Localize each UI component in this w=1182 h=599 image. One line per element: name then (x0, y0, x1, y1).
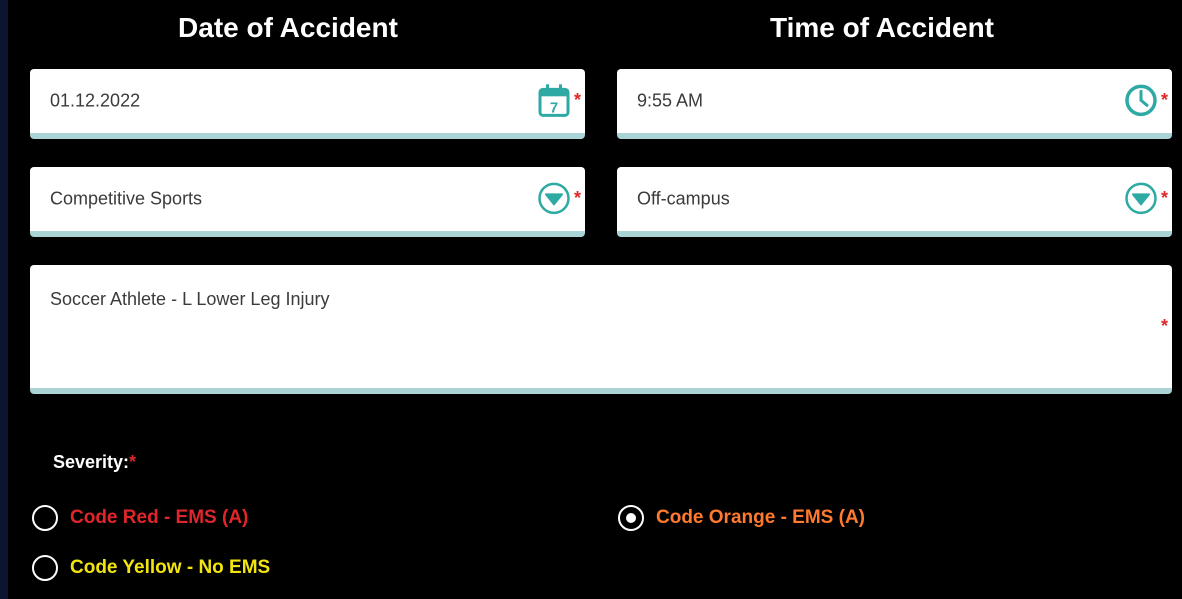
date-of-accident-heading: Date of Accident (178, 12, 398, 43)
chevron-down-icon[interactable] (1124, 181, 1158, 215)
accident-form: Date of Accident Time of Accident 01.12.… (8, 0, 1182, 599)
description-textarea[interactable]: Soccer Athlete - L Lower Leg Injury (30, 265, 1172, 394)
severity-required-marker: * (129, 452, 137, 472)
radio-code-orange-label: Code Orange - EMS (A) (656, 507, 866, 528)
radio-circle[interactable] (32, 505, 58, 531)
radio-circle-selected[interactable] (618, 505, 644, 531)
location-required-marker: * (1161, 188, 1169, 208)
calendar-icon[interactable]: 7 (537, 83, 571, 117)
clock-icon[interactable] (1124, 83, 1158, 117)
radio-code-red-label: Code Red - EMS (A) (70, 507, 249, 528)
description-value: Soccer Athlete - L Lower Leg Injury (50, 289, 330, 309)
time-required-marker: * (1161, 90, 1169, 110)
activity-value: Competitive Sports (50, 188, 203, 209)
time-value: 9:55 AM (637, 90, 704, 111)
radio-code-yellow[interactable]: Code Yellow - No EMS (32, 555, 270, 581)
radio-code-red[interactable]: Code Red - EMS (A) (32, 505, 248, 531)
date-field[interactable]: 01.12.2022 7 (30, 69, 585, 139)
chevron-down-icon[interactable] (537, 181, 571, 215)
severity-label-text: Severity: (53, 452, 130, 472)
severity-label: Severity:* (53, 452, 136, 473)
activity-required-marker: * (574, 188, 582, 208)
svg-text:7: 7 (550, 99, 558, 116)
radio-code-yellow-label: Code Yellow - No EMS (70, 557, 271, 578)
activity-dropdown[interactable]: Competitive Sports (30, 167, 585, 237)
time-of-accident-heading: Time of Accident (769, 12, 995, 43)
location-dropdown[interactable]: Off-campus (617, 167, 1172, 237)
time-field[interactable]: 9:55 AM (617, 69, 1172, 139)
radio-code-orange[interactable]: Code Orange - EMS (A) (618, 505, 865, 531)
description-required-marker: * (1161, 316, 1169, 336)
date-value: 01.12.2022 (50, 90, 141, 111)
radio-circle[interactable] (32, 555, 58, 581)
location-value: Off-campus (637, 188, 730, 209)
date-required-marker: * (574, 90, 582, 110)
